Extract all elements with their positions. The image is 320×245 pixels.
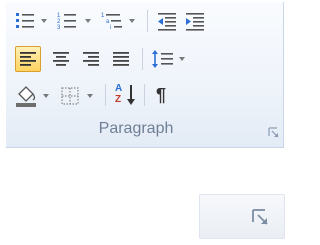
separator	[147, 10, 148, 32]
align-right-icon	[83, 52, 99, 66]
multilevel-list-button[interactable]: 1 a i	[98, 8, 140, 34]
numbering-icon: 1 2 3	[57, 13, 76, 31]
align-left-button[interactable]	[15, 46, 41, 72]
justify-icon	[113, 52, 129, 66]
shading-button[interactable]	[12, 82, 52, 110]
multilevel-list-icon: 1 a i	[101, 13, 122, 31]
align-right-button[interactable]	[78, 46, 104, 72]
separator	[105, 84, 106, 106]
group-label: Paragraph	[98, 120, 174, 137]
increase-indent-icon	[186, 13, 204, 31]
separator	[142, 48, 143, 70]
line-spacing-icon	[152, 50, 173, 68]
svg-text:3: 3	[57, 25, 61, 31]
svg-text:1: 1	[101, 13, 105, 19]
sort-arrow-icon	[127, 85, 135, 105]
bullets-button[interactable]	[12, 8, 50, 34]
sort-button[interactable]: A Z	[110, 82, 140, 110]
show-formatting-marks-button[interactable]: ¶	[150, 82, 176, 110]
dialog-launcher-zoom[interactable]	[199, 194, 285, 239]
svg-text:i: i	[110, 25, 111, 31]
shading-bucket-icon	[16, 86, 36, 107]
decrease-indent-icon	[158, 13, 176, 31]
paragraph-group: 1 2 3 1 a i A Z ¶ Paragraph	[6, 2, 284, 148]
increase-indent-button[interactable]	[182, 8, 208, 34]
align-left-icon	[20, 52, 36, 66]
align-center-icon	[53, 52, 69, 66]
line-spacing-dropdown-icon[interactable]	[179, 57, 185, 61]
borders-icon	[61, 87, 79, 105]
sort-z-glyph: Z	[115, 94, 122, 105]
bullets-dropdown-icon[interactable]	[41, 19, 47, 23]
multilevel-list-dropdown-icon[interactable]	[129, 19, 135, 23]
dialog-launcher-icon	[252, 209, 268, 225]
justify-button[interactable]	[108, 46, 134, 72]
dialog-launcher-icon[interactable]	[268, 127, 280, 139]
line-spacing-button[interactable]	[148, 46, 188, 72]
numbering-button[interactable]: 1 2 3	[54, 8, 94, 34]
separator	[144, 84, 145, 106]
numbering-dropdown-icon[interactable]	[85, 19, 91, 23]
decrease-indent-button[interactable]	[154, 8, 180, 34]
borders-dropdown-icon[interactable]	[87, 94, 93, 98]
shading-dropdown-icon[interactable]	[43, 94, 49, 98]
pilcrow-icon: ¶	[156, 85, 167, 105]
bullets-icon	[16, 13, 34, 28]
sort-a-glyph: A	[115, 83, 123, 94]
borders-button[interactable]	[56, 82, 98, 110]
center-button[interactable]	[48, 46, 74, 72]
